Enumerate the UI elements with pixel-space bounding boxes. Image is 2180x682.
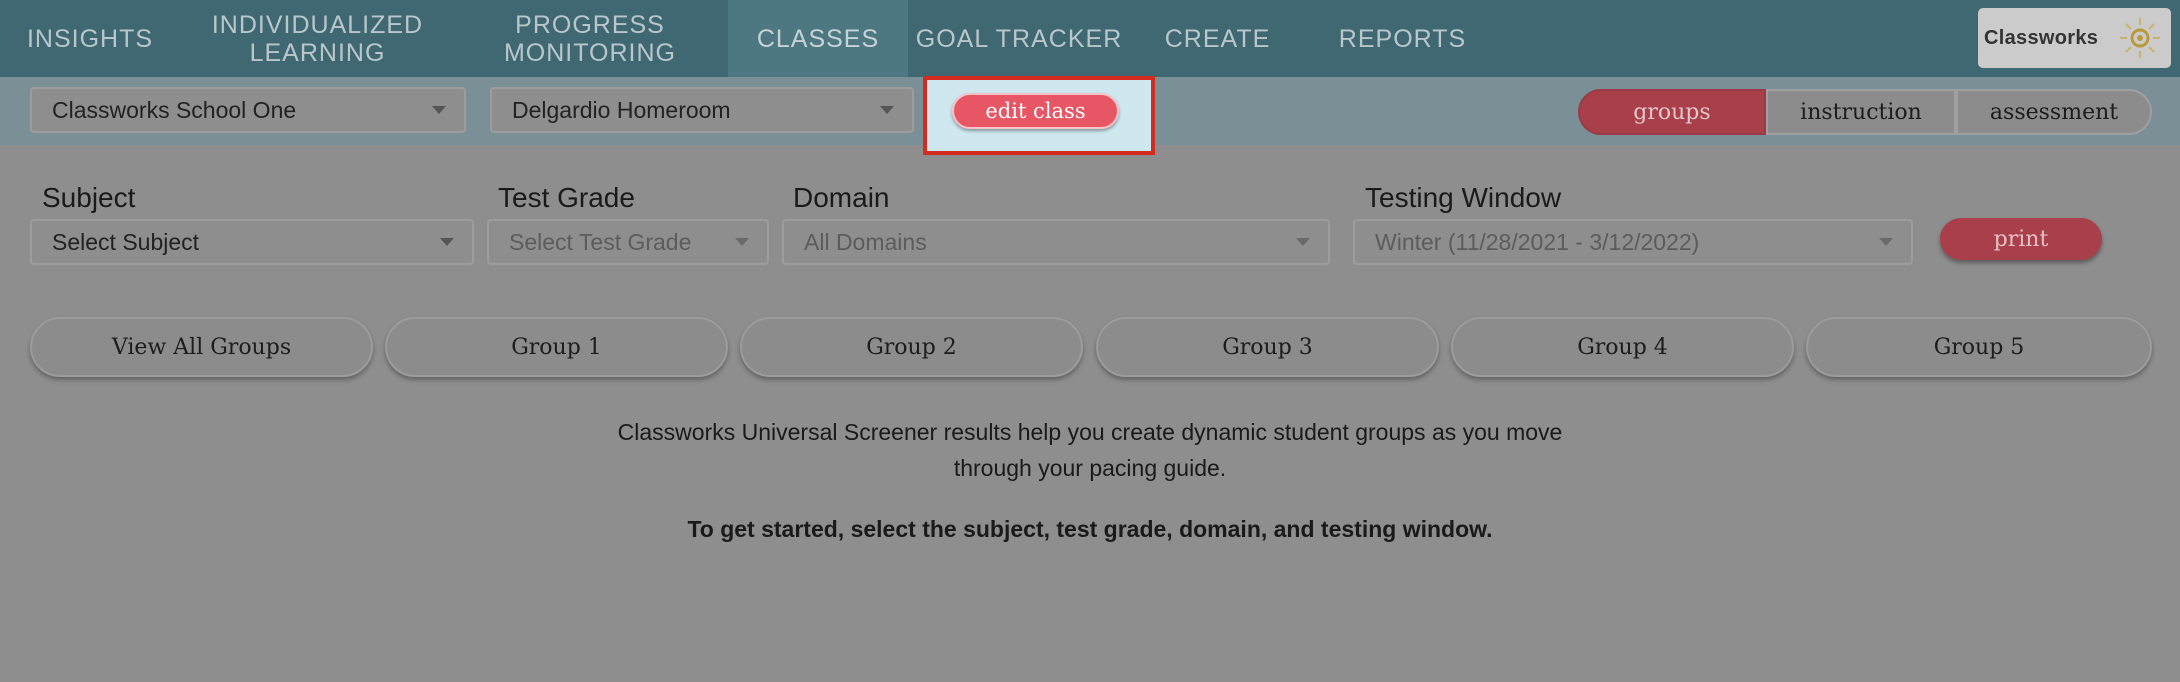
test-grade-select[interactable]: Select Test Grade	[487, 219, 769, 265]
intro-text-line-2: through your pacing guide.	[953, 455, 1227, 481]
top-nav: INSIGHTS INDIVIDUALIZED LEARNING PROGRES…	[0, 0, 2180, 77]
group-5-button[interactable]: Group 5	[1806, 317, 2152, 377]
group-4-button[interactable]: Group 4	[1451, 317, 1794, 377]
subject-select[interactable]: Select Subject	[30, 219, 474, 265]
domain-label: Domain	[793, 182, 890, 213]
subject-select-value: Select Subject	[52, 228, 200, 255]
school-select[interactable]: Classworks School One	[30, 87, 466, 133]
view-all-groups-button[interactable]: View All Groups	[30, 317, 373, 377]
subject-label: Subject	[42, 182, 136, 213]
chevron-down-icon	[880, 106, 894, 114]
nav-insights[interactable]: INSIGHTS	[0, 0, 180, 77]
nav-create[interactable]: CREATE	[1145, 0, 1290, 77]
tab-assessment[interactable]: assessment	[1956, 89, 2152, 135]
class-select-value: Delgardio Homeroom	[512, 96, 731, 123]
testing-window-select-value: Winter (11/28/2021 - 3/12/2022)	[1375, 228, 1700, 255]
nav-individualized-learning[interactable]: INDIVIDUALIZED LEARNING	[190, 0, 445, 77]
intro-text-line-1: Classworks Universal Screener results he…	[617, 419, 1563, 445]
domain-select[interactable]: All Domains	[782, 219, 1330, 265]
nav-reports[interactable]: REPORTS	[1320, 0, 1485, 77]
chevron-down-icon	[1296, 238, 1310, 246]
nav-goal-tracker[interactable]: GOAL TRACKER	[908, 0, 1130, 77]
nav-classes[interactable]: CLASSES	[728, 0, 908, 77]
chevron-down-icon	[440, 238, 454, 246]
chevron-down-icon	[735, 238, 749, 246]
tab-groups[interactable]: groups	[1578, 89, 1766, 135]
group-3-button[interactable]: Group 3	[1096, 317, 1439, 377]
school-select-value: Classworks School One	[52, 96, 297, 123]
logo-text: Classworks	[1984, 26, 2099, 49]
test-grade-select-value: Select Test Grade	[509, 228, 692, 255]
tab-instruction[interactable]: instruction	[1766, 89, 1956, 135]
chevron-down-icon	[432, 106, 446, 114]
sun-logo-icon	[2120, 18, 2160, 58]
group-2-button[interactable]: Group 2	[740, 317, 1083, 377]
testing-window-select[interactable]: Winter (11/28/2021 - 3/12/2022)	[1353, 219, 1913, 265]
group-1-button[interactable]: Group 1	[385, 317, 728, 377]
nav-progress-monitoring[interactable]: PROGRESS MONITORING	[460, 0, 720, 77]
testing-window-label: Testing Window	[1365, 182, 1562, 213]
chevron-down-icon	[1879, 238, 1893, 246]
class-select[interactable]: Delgardio Homeroom	[490, 87, 914, 133]
domain-select-value: All Domains	[804, 228, 927, 255]
print-button[interactable]: print	[1940, 218, 2102, 260]
instructions-text: To get started, select the subject, test…	[687, 516, 1493, 542]
edit-class-button[interactable]: edit class	[952, 93, 1119, 129]
test-grade-label: Test Grade	[498, 182, 635, 213]
classworks-logo[interactable]: Classworks	[1978, 8, 2171, 68]
